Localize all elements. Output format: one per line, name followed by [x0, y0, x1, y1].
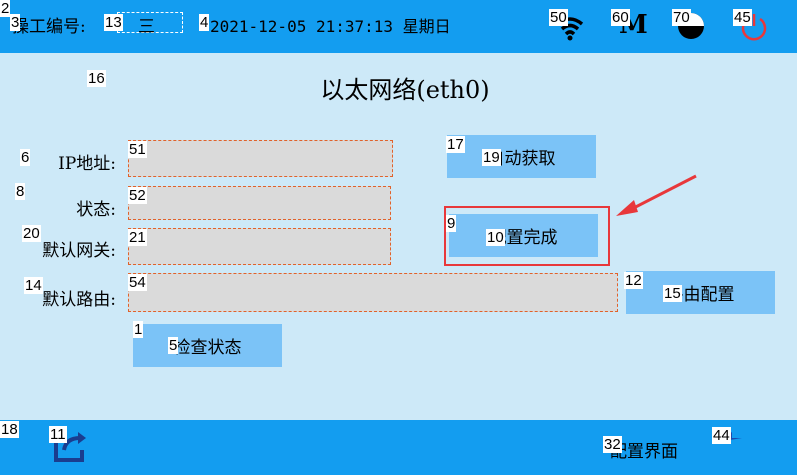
datetime-display: 2021-12-05 21:37:13 星期日 [210, 17, 451, 36]
marker-tag: 1 [133, 321, 144, 338]
route-field[interactable] [128, 273, 618, 312]
highlight-box [444, 206, 610, 266]
marker-tag: 60 [611, 9, 630, 26]
red-arrow-icon [616, 174, 697, 216]
marker-tag: 44 [712, 427, 731, 444]
marker-tag: 50 [549, 9, 568, 26]
auto-get-button[interactable]: 自动获取 [447, 135, 596, 178]
marker-tag: 51 [128, 141, 147, 158]
operator-label: 操工编号: [12, 17, 86, 37]
marker-tag: 12 [624, 272, 643, 289]
marker-tag: 9 [446, 215, 457, 232]
marker-tag: 70 [672, 9, 691, 26]
marker-tag: 15 [663, 285, 682, 302]
ip-label: IP地址: [58, 154, 116, 174]
marker-tag: 20 [22, 225, 41, 242]
marker-tag: 11 [49, 426, 67, 443]
marker-tag: 52 [128, 187, 147, 204]
marker-tag: 17 [446, 136, 465, 153]
status-field[interactable] [128, 186, 391, 220]
marker-tag: 32 [603, 436, 622, 453]
marker-tag: 45 [733, 9, 752, 26]
page-title: 以太网络(eth0) [320, 76, 490, 104]
marker-tag: 54 [128, 274, 147, 291]
marker-tag: 8 [15, 183, 26, 200]
marker-tag: 6 [20, 149, 31, 166]
marker-tag: 18 [0, 421, 19, 438]
marker-tag: 19 [482, 149, 501, 166]
marker-tag: 13 [104, 14, 123, 31]
ip-address-field[interactable] [128, 140, 393, 177]
route-config-button[interactable]: 路由配置 [626, 271, 775, 314]
marker-tag: 3 [10, 14, 21, 31]
marker-tag: 4 [199, 14, 210, 31]
gateway-field[interactable] [128, 228, 391, 265]
marker-tag: 2 [0, 0, 11, 17]
marker-tag: 5 [168, 337, 179, 354]
check-status-button[interactable]: 检查状态 [133, 324, 282, 367]
status-label: 状态: [76, 200, 116, 220]
marker-tag: 16 [87, 70, 106, 87]
marker-tag: 21 [128, 229, 147, 246]
operator-value: 三 [138, 17, 155, 37]
marker-tag: 14 [24, 277, 43, 294]
marker-tag: 10 [486, 229, 505, 246]
